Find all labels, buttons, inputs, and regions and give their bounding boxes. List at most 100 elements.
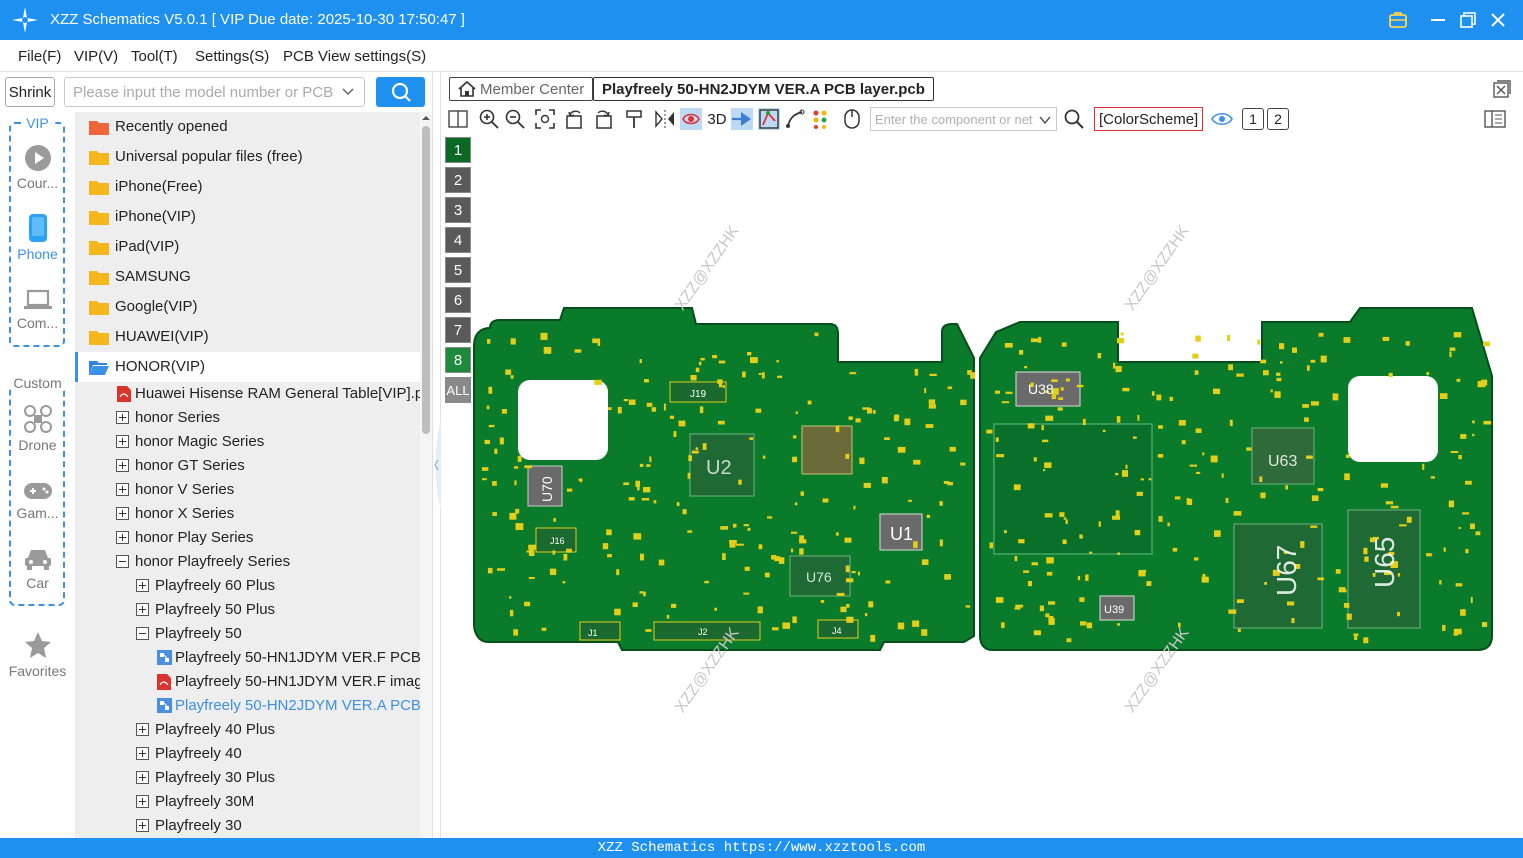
expand-icon[interactable] [136, 579, 149, 592]
file-pdf-hn1jdym[interactable]: Playfreely 50-HN1JDYM VER.F image.pdf [75, 670, 420, 694]
probe-icon[interactable] [623, 108, 645, 130]
layer-2-button[interactable]: 2 [445, 167, 471, 193]
rail-games[interactable]: Gam... [0, 480, 75, 521]
folder-huawei-vip[interactable]: HUAWEI(VIP) [75, 322, 420, 352]
scroll-up-icon[interactable] [422, 114, 430, 122]
trace-icon[interactable] [784, 108, 806, 130]
mirror-icon[interactable] [654, 108, 676, 130]
search-icon[interactable] [1063, 108, 1085, 130]
highlight-net-icon[interactable] [680, 108, 702, 130]
pcb-board-svg[interactable]: J19 U2 U70 J16 U1 U76 J1 J2 J4 U38 U63 U… [472, 136, 1523, 838]
rail-drone[interactable]: Drone [0, 404, 75, 453]
expand-icon[interactable] [136, 723, 149, 736]
minimize-icon[interactable] [1425, 7, 1451, 33]
tree-honor-play-series[interactable]: honor Play Series [75, 526, 420, 550]
tree-scrollbar[interactable] [420, 112, 432, 838]
expand-icon[interactable] [136, 747, 149, 760]
tree-playfreely-30[interactable]: Playfreely 30 [75, 814, 420, 838]
tree-playfreely-50-plus[interactable]: Playfreely 50 Plus [75, 598, 420, 622]
rail-computer[interactable]: Com... [0, 288, 75, 331]
expand-icon[interactable] [136, 795, 149, 808]
menu-pcb-view-settings[interactable]: PCB View settings(S) [283, 48, 426, 65]
close-icon[interactable] [1485, 7, 1511, 33]
tree-honor-playfreely-series[interactable]: honor Playfreely Series [75, 550, 420, 574]
layer-5-button[interactable]: 5 [445, 257, 471, 283]
rail-car[interactable]: Car [0, 546, 75, 591]
expand-icon[interactable] [116, 483, 129, 496]
menu-settings[interactable]: Settings(S) [195, 48, 269, 65]
component-search-input[interactable] [870, 107, 1057, 131]
folder-samsung[interactable]: SAMSUNG [75, 262, 420, 292]
layer-1-button[interactable]: 1 [445, 137, 471, 163]
fit-view-icon[interactable] [534, 108, 556, 130]
page-1-button[interactable]: 1 [1242, 108, 1264, 130]
restore-icon[interactable] [1455, 7, 1481, 33]
search-button[interactable] [376, 77, 425, 107]
expand-icon[interactable] [116, 531, 129, 544]
tree-playfreely-40[interactable]: Playfreely 40 [75, 742, 420, 766]
chevron-down-icon[interactable] [1038, 113, 1052, 127]
briefcase-icon[interactable] [1385, 7, 1411, 33]
rail-phone[interactable]: Phone [0, 213, 75, 262]
layer-6-button[interactable]: 6 [445, 287, 471, 313]
folder-iphone-vip[interactable]: iPhone(VIP) [75, 202, 420, 232]
folder-recently-opened[interactable]: Recently opened [75, 112, 420, 142]
zoom-in-icon[interactable] [478, 108, 500, 130]
rotate-right-icon[interactable] [592, 108, 614, 130]
3d-view-button[interactable]: 3D [704, 108, 730, 130]
expand-icon[interactable] [116, 435, 129, 448]
file-pcb-hn2jdym[interactable]: Playfreely 50-HN2JDYM VER.A PCB layer.pc… [75, 694, 420, 718]
layer-4-button[interactable]: 4 [445, 227, 471, 253]
model-search-input[interactable] [64, 77, 365, 107]
folder-honor-vip[interactable]: HONOR(VIP) [75, 352, 420, 382]
rotate-left-icon[interactable] [564, 108, 586, 130]
expand-icon[interactable] [136, 771, 149, 784]
mouse-icon[interactable] [841, 108, 863, 130]
split-view-icon[interactable] [447, 108, 469, 130]
tree-honor-gt-series[interactable]: honor GT Series [75, 454, 420, 478]
tree-playfreely-40-plus[interactable]: Playfreely 40 Plus [75, 718, 420, 742]
tab-member-center[interactable]: Member Center [449, 77, 594, 101]
tree-honor-series[interactable]: honor Series [75, 406, 420, 430]
scroll-thumb[interactable] [422, 126, 430, 434]
tree-honor-v-series[interactable]: honor V Series [75, 478, 420, 502]
menu-file[interactable]: File(F) [18, 48, 61, 65]
page-2-button[interactable]: 2 [1267, 108, 1289, 130]
folder-google-vip[interactable]: Google(VIP) [75, 292, 420, 322]
shrink-button[interactable]: Shrink [5, 77, 55, 107]
tree-playfreely-60-plus[interactable]: Playfreely 60 Plus [75, 574, 420, 598]
expand-icon[interactable] [136, 603, 149, 616]
tree-playfreely-30-plus[interactable]: Playfreely 30 Plus [75, 766, 420, 790]
tree-honor-x-series[interactable]: honor X Series [75, 502, 420, 526]
collapse-panel-icon[interactable] [432, 420, 441, 510]
color-scheme-button[interactable]: [ColorScheme] [1094, 107, 1204, 131]
expand-icon[interactable] [116, 459, 129, 472]
folder-ipad-vip[interactable]: iPad(VIP) [75, 232, 420, 262]
menu-tool[interactable]: Tool(T) [131, 48, 178, 65]
color-dots-icon[interactable] [810, 108, 832, 130]
expand-icon[interactable] [116, 411, 129, 424]
pcb-canvas[interactable]: J19 U2 U70 J16 U1 U76 J1 J2 J4 U38 U63 U… [472, 136, 1523, 838]
collapse-icon[interactable] [116, 555, 129, 568]
rail-favorites[interactable]: Favorites [0, 630, 75, 679]
file-pcb-hn1jdym[interactable]: Playfreely 50-HN1JDYM VER.F PCB layer.pc… [75, 646, 420, 670]
layer-8-button[interactable]: 8 [445, 347, 471, 373]
tree-playfreely-30m[interactable]: Playfreely 30M [75, 790, 420, 814]
tab-active-pcb[interactable]: Playfreely 50-HN2JDYM VER.A PCB layer.pc… [593, 77, 934, 101]
arrow-select-icon[interactable] [731, 108, 753, 130]
folder-universal[interactable]: Universal popular files (free) [75, 142, 420, 172]
eye-icon[interactable] [1211, 108, 1233, 130]
zoom-out-icon[interactable] [504, 108, 526, 130]
layer-7-button[interactable]: 7 [445, 317, 471, 343]
layer-3-button[interactable]: 3 [445, 197, 471, 223]
expand-icon[interactable] [116, 507, 129, 520]
pdf-ram-table[interactable]: Huawei Hisense RAM General Table[VIP].pd… [75, 382, 420, 406]
layer-all-button[interactable]: ALL [445, 377, 471, 403]
side-panel-icon[interactable] [1484, 108, 1506, 130]
expand-icon[interactable] [136, 819, 149, 832]
tree-playfreely-50[interactable]: Playfreely 50 [75, 622, 420, 646]
layer-overlay-icon[interactable] [758, 108, 780, 130]
tree-honor-magic-series[interactable]: honor Magic Series [75, 430, 420, 454]
folder-iphone-free[interactable]: iPhone(Free) [75, 172, 420, 202]
chevron-down-icon[interactable] [340, 83, 356, 99]
